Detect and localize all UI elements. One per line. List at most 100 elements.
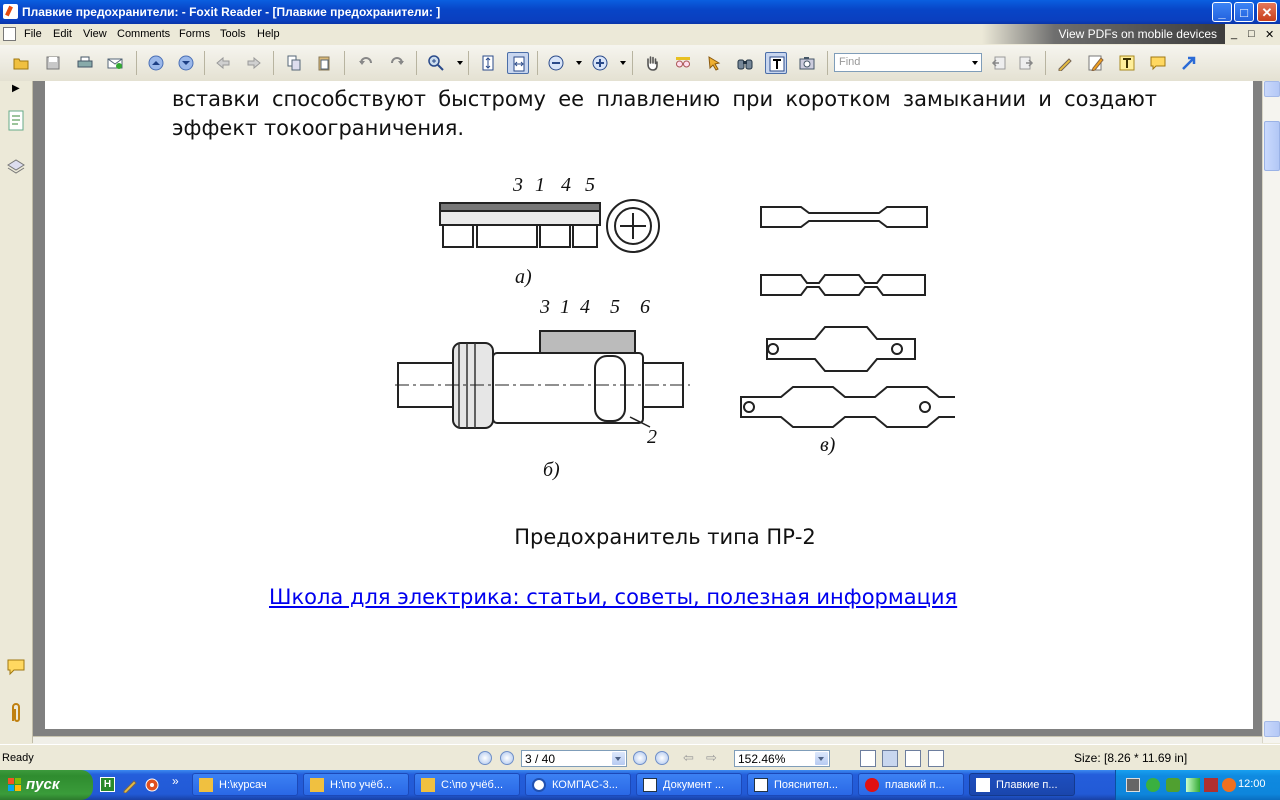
task-button-7[interactable]: Плавкие п... xyxy=(969,773,1075,796)
previous-page-button[interactable] xyxy=(145,52,167,74)
quicklaunch-app-icon[interactable]: H xyxy=(100,777,115,792)
zoom-level-field[interactable]: 152.46% xyxy=(734,750,830,767)
email-button[interactable] xyxy=(104,52,126,74)
find-next-button[interactable] xyxy=(1015,52,1037,74)
page-number-field[interactable]: 3 / 40 xyxy=(521,750,627,767)
zoom-in-button[interactable] xyxy=(425,52,447,74)
select-tool-button[interactable] xyxy=(703,52,725,74)
history-back-icon[interactable]: ⇦ xyxy=(683,750,694,766)
redo-button[interactable] xyxy=(386,52,408,74)
zoom-out-button[interactable] xyxy=(545,52,567,74)
zoom-dropdown-arrow[interactable] xyxy=(457,61,463,65)
search-binoculars-button[interactable] xyxy=(734,52,756,74)
quicklaunch-pencil-icon[interactable] xyxy=(122,777,138,793)
close-button[interactable]: ✕ xyxy=(1257,2,1277,22)
find-input[interactable]: Find xyxy=(834,53,982,72)
network-icon[interactable] xyxy=(1126,778,1140,792)
document-view[interactable]: вставки способствуют быстрому ее плавлен… xyxy=(33,81,1262,736)
task-button-2[interactable]: C:\по учёб... xyxy=(414,773,520,796)
tray-app-icon[interactable] xyxy=(1204,778,1218,792)
task-button-0[interactable]: H:\курсач xyxy=(192,773,298,796)
back-button[interactable] xyxy=(212,52,234,74)
label-5-bottom: 5 xyxy=(610,296,620,318)
open-button[interactable] xyxy=(10,52,32,74)
maximize-button[interactable]: □ xyxy=(1234,2,1254,22)
find-previous-button[interactable] xyxy=(988,52,1010,74)
forward-button[interactable] xyxy=(243,52,265,74)
toolbar-separator xyxy=(273,51,274,75)
snapshot-button[interactable] xyxy=(796,52,818,74)
menu-help[interactable]: Help xyxy=(257,28,280,40)
signal-icon[interactable] xyxy=(1186,778,1200,792)
typewriter-button[interactable] xyxy=(1054,52,1076,74)
start-button[interactable]: пуск xyxy=(0,770,93,800)
zoom-level-dropdown-arrow[interactable] xyxy=(815,752,828,765)
update-icon[interactable] xyxy=(1222,778,1236,792)
attachments-panel-icon[interactable] xyxy=(6,701,26,725)
task-button-5[interactable]: Пояснител... xyxy=(747,773,853,796)
scroll-up-button[interactable] xyxy=(1264,81,1280,97)
undo-button[interactable] xyxy=(355,52,377,74)
task-button-4[interactable]: Документ ... xyxy=(636,773,742,796)
scroll-thumb[interactable] xyxy=(1264,121,1280,171)
paste-button[interactable] xyxy=(313,52,335,74)
print-button[interactable] xyxy=(74,52,96,74)
comments-panel-icon[interactable] xyxy=(6,657,26,679)
menu-view[interactable]: View xyxy=(83,28,107,40)
menu-edit[interactable]: Edit xyxy=(53,28,72,40)
school-electrician-link[interactable]: Школа для электрика: статьи, советы, пол… xyxy=(269,585,957,609)
mobile-banner[interactable]: View PDFs on mobile devices xyxy=(982,24,1225,44)
next-page-status-button[interactable] xyxy=(633,751,647,765)
minimize-button[interactable]: _ xyxy=(1212,2,1232,22)
task-button-3[interactable]: КОМПАС-3... xyxy=(525,773,631,796)
quicklaunch-gear-icon[interactable] xyxy=(144,777,160,793)
facing-view-icon[interactable] xyxy=(905,750,921,767)
comment-button[interactable] xyxy=(1147,52,1169,74)
menu-forms[interactable]: Forms xyxy=(179,28,210,40)
task-button-1[interactable]: H:\по учёб... xyxy=(303,773,409,796)
expand-panel-icon[interactable]: ▶ xyxy=(12,83,20,94)
vertical-scrollbar[interactable] xyxy=(1262,81,1280,743)
messenger-icon[interactable] xyxy=(1146,778,1160,792)
history-forward-icon[interactable]: ⇨ xyxy=(706,750,717,766)
continuous-facing-view-icon[interactable] xyxy=(928,750,944,767)
fit-width-button[interactable] xyxy=(507,52,529,74)
continuous-view-icon[interactable] xyxy=(882,750,898,767)
task-button-6[interactable]: плавкий п... xyxy=(858,773,964,796)
prev-page-status-button[interactable] xyxy=(500,751,514,765)
word-document-icon xyxy=(754,778,768,792)
scroll-down-button[interactable] xyxy=(1264,721,1280,737)
pages-panel-icon[interactable] xyxy=(6,109,26,133)
menu-tools[interactable]: Tools xyxy=(220,28,246,40)
mdi-minimize-button[interactable]: _ xyxy=(1231,28,1237,40)
title-bar[interactable]: Плавкие предохранители: - Foxit Reader -… xyxy=(0,0,1280,24)
mdi-close-button[interactable]: ✕ xyxy=(1265,28,1274,41)
menu-comments[interactable]: Comments xyxy=(117,28,170,40)
mdi-restore-button[interactable]: □ xyxy=(1248,28,1255,40)
zoom-in-plus-button[interactable] xyxy=(589,52,611,74)
find-dropdown-arrow[interactable] xyxy=(970,54,981,71)
quicklaunch-expand-icon[interactable]: » xyxy=(172,774,179,788)
last-page-button[interactable] xyxy=(655,751,669,765)
antivirus-icon[interactable] xyxy=(1166,778,1180,792)
select-text-button[interactable] xyxy=(672,52,694,74)
note-button[interactable] xyxy=(1085,52,1107,74)
zoom-out-dropdown-arrow[interactable] xyxy=(576,61,582,65)
hand-tool-button[interactable] xyxy=(641,52,663,74)
next-page-button[interactable] xyxy=(175,52,197,74)
save-button[interactable] xyxy=(42,52,64,74)
document-icon[interactable] xyxy=(3,27,16,41)
textbox-button[interactable] xyxy=(1116,52,1138,74)
arrow-tool-button[interactable] xyxy=(1178,52,1200,74)
copy-button[interactable] xyxy=(283,52,305,74)
pdf-page[interactable]: вставки способствуют быстрому ее плавлен… xyxy=(45,81,1253,729)
first-page-button[interactable] xyxy=(478,751,492,765)
page-dropdown-arrow[interactable] xyxy=(612,752,625,765)
menu-file[interactable]: File xyxy=(24,28,42,40)
fit-page-button[interactable] xyxy=(477,52,499,74)
zoom-in-dropdown-arrow[interactable] xyxy=(620,61,626,65)
single-page-view-icon[interactable] xyxy=(860,750,876,767)
text-select-button[interactable] xyxy=(765,52,787,74)
layers-panel-icon[interactable] xyxy=(6,155,26,177)
label-a: а) xyxy=(515,266,532,288)
